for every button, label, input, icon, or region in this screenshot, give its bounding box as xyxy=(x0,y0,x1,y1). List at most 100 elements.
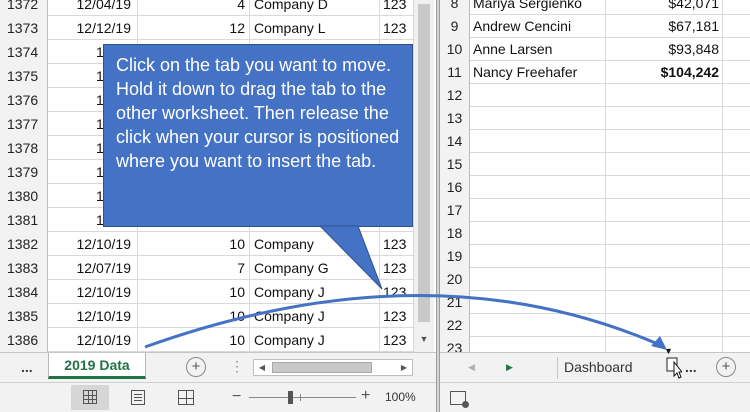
row-header[interactable]: 1372 xyxy=(0,0,48,16)
row-header[interactable]: 1386 xyxy=(0,328,48,352)
row-header[interactable]: 8 xyxy=(440,0,470,15)
date-cell[interactable]: 12/04/19 xyxy=(48,0,138,16)
row-header[interactable]: 15 xyxy=(440,153,470,176)
row-header[interactable]: 1385 xyxy=(0,304,48,328)
record-macro-icon[interactable] xyxy=(450,391,469,408)
date-cell[interactable]: 12/10/19 xyxy=(48,280,138,304)
id-cell[interactable]: 123 xyxy=(380,16,413,40)
zoom-in-button[interactable]: + xyxy=(361,387,370,405)
row-header[interactable]: 1376 xyxy=(0,88,48,112)
row-header[interactable]: 1379 xyxy=(0,160,48,184)
name-cell[interactable] xyxy=(470,314,606,337)
row-header[interactable]: 1377 xyxy=(0,112,48,136)
more-sheets-button[interactable]: ... xyxy=(21,359,33,375)
empty-cell[interactable] xyxy=(723,130,750,153)
row-header[interactable]: 21 xyxy=(440,291,470,314)
company-cell[interactable]: Company xyxy=(250,232,380,256)
name-cell[interactable] xyxy=(470,130,606,153)
id-cell[interactable]: 123 xyxy=(380,280,413,304)
empty-cell[interactable] xyxy=(723,291,750,314)
sheet-tab-2019-data[interactable]: 2019 Data xyxy=(48,353,146,379)
empty-cell[interactable] xyxy=(723,38,750,61)
company-cell[interactable]: Company J xyxy=(250,280,380,304)
horizontal-scroll-thumb[interactable] xyxy=(272,362,372,373)
company-cell[interactable]: Company L xyxy=(250,16,380,40)
row-header[interactable]: 14 xyxy=(440,130,470,153)
value-cell[interactable]: $42,071 xyxy=(606,0,723,15)
row-header[interactable]: 1384 xyxy=(0,280,48,304)
quantity-cell[interactable]: 10 xyxy=(138,232,250,256)
vertical-scrollbar[interactable]: ▼ xyxy=(413,0,434,352)
name-cell[interactable]: Mariya Sergienko xyxy=(470,0,606,15)
sheet-tab-dashboard[interactable]: Dashboard xyxy=(564,359,633,375)
name-cell[interactable] xyxy=(470,245,606,268)
empty-cell[interactable] xyxy=(723,84,750,107)
scroll-down-icon[interactable]: ▼ xyxy=(417,332,431,346)
date-cell[interactable]: 12/10/19 xyxy=(48,304,138,328)
empty-cell[interactable] xyxy=(723,199,750,222)
row-header[interactable]: 11 xyxy=(440,61,470,84)
quantity-cell[interactable]: 7 xyxy=(138,256,250,280)
company-cell[interactable]: Company G xyxy=(250,256,380,280)
value-cell[interactable] xyxy=(606,176,723,199)
empty-cell[interactable] xyxy=(723,245,750,268)
value-cell[interactable] xyxy=(606,153,723,176)
empty-cell[interactable] xyxy=(723,107,750,130)
empty-cell[interactable] xyxy=(723,15,750,38)
empty-cell[interactable] xyxy=(723,314,750,337)
value-cell[interactable]: $67,181 xyxy=(606,15,723,38)
row-header[interactable]: 1381 xyxy=(0,208,48,232)
quantity-cell[interactable]: 10 xyxy=(138,280,250,304)
new-sheet-button[interactable]: + xyxy=(716,357,736,377)
id-cell[interactable]: 123 xyxy=(380,232,413,256)
previous-sheet-icon[interactable]: ◀ xyxy=(468,362,475,373)
page-break-icon[interactable] xyxy=(178,390,194,405)
value-cell[interactable] xyxy=(606,107,723,130)
value-cell[interactable] xyxy=(606,222,723,245)
row-header[interactable]: 1375 xyxy=(0,64,48,88)
empty-cell[interactable] xyxy=(723,176,750,199)
name-cell[interactable]: Anne Larsen xyxy=(470,38,606,61)
row-header[interactable]: 13 xyxy=(440,107,470,130)
name-cell[interactable] xyxy=(470,107,606,130)
row-header[interactable]: 17 xyxy=(440,199,470,222)
name-cell[interactable] xyxy=(470,153,606,176)
horizontal-scrollbar[interactable]: ◀ ▶ xyxy=(253,359,413,376)
date-cell[interactable]: 12/12/19 xyxy=(48,16,138,40)
row-header[interactable]: 18 xyxy=(440,222,470,245)
id-cell[interactable]: 123 xyxy=(380,0,413,16)
quantity-cell[interactable]: 10 xyxy=(138,304,250,328)
value-cell[interactable] xyxy=(606,84,723,107)
name-cell[interactable] xyxy=(470,84,606,107)
empty-cell[interactable] xyxy=(723,61,750,84)
empty-cell[interactable] xyxy=(723,268,750,291)
scroll-left-icon[interactable]: ◀ xyxy=(256,361,268,374)
name-cell[interactable] xyxy=(470,268,606,291)
row-header[interactable]: 19 xyxy=(440,245,470,268)
zoom-level[interactable]: 100% xyxy=(385,390,416,404)
row-header[interactable]: 1378 xyxy=(0,136,48,160)
value-cell[interactable] xyxy=(606,291,723,314)
row-header[interactable]: 1374 xyxy=(0,40,48,64)
empty-cell[interactable] xyxy=(723,222,750,245)
row-header[interactable]: 12 xyxy=(440,84,470,107)
company-cell[interactable]: Company J xyxy=(250,328,380,352)
value-cell[interactable] xyxy=(606,199,723,222)
vertical-scroll-thumb[interactable] xyxy=(418,4,430,322)
row-header[interactable]: 1380 xyxy=(0,184,48,208)
quantity-cell[interactable]: 4 xyxy=(138,0,250,16)
value-cell[interactable] xyxy=(606,268,723,291)
row-header[interactable]: 9 xyxy=(440,15,470,38)
row-header[interactable]: 1383 xyxy=(0,256,48,280)
row-header[interactable]: 16 xyxy=(440,176,470,199)
date-cell[interactable]: 12/07/19 xyxy=(48,256,138,280)
id-cell[interactable]: 123 xyxy=(380,328,413,352)
value-cell[interactable]: $93,848 xyxy=(606,38,723,61)
row-header[interactable]: 22 xyxy=(440,314,470,337)
quantity-cell[interactable]: 10 xyxy=(138,328,250,352)
zoom-slider[interactable] xyxy=(249,397,356,398)
row-header[interactable]: 1373 xyxy=(0,16,48,40)
company-cell[interactable]: Company D xyxy=(250,0,380,16)
value-cell[interactable] xyxy=(606,130,723,153)
id-cell[interactable]: 123 xyxy=(380,256,413,280)
